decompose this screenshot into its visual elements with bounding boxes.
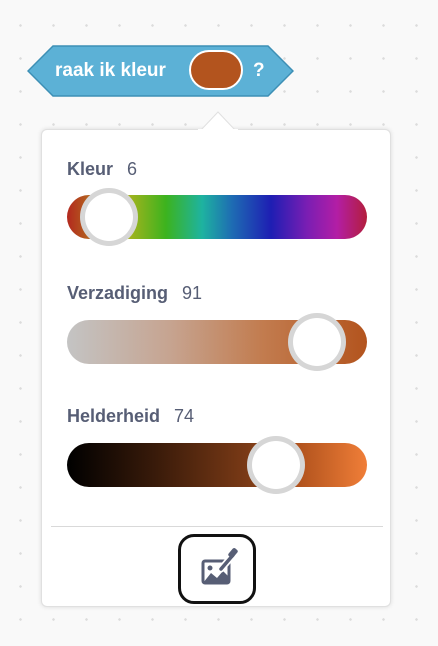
hue-slider-handle[interactable] bbox=[80, 188, 138, 246]
saturation-slider-handle[interactable] bbox=[288, 313, 346, 371]
sensing-block-touching-color[interactable]: raak ik kleur ? bbox=[27, 45, 294, 97]
eyedropper-button[interactable] bbox=[178, 534, 256, 604]
popup-divider bbox=[51, 526, 383, 527]
block-question-mark: ? bbox=[253, 60, 265, 81]
brightness-slider-handle[interactable] bbox=[247, 436, 305, 494]
color-picker-popup: Kleur 6 Verzadiging 91 Helderheid 74 bbox=[41, 129, 391, 607]
saturation-row-label: Verzadiging 91 bbox=[67, 283, 202, 304]
brightness-value: 74 bbox=[174, 406, 195, 426]
eyedropper-icon bbox=[201, 548, 238, 585]
brightness-slider-track[interactable] bbox=[67, 436, 367, 494]
saturation-label: Verzadiging bbox=[67, 283, 169, 303]
hue-slider-track[interactable] bbox=[67, 188, 367, 246]
hue-row-label: Kleur 6 bbox=[67, 159, 137, 180]
hue-value: 6 bbox=[127, 159, 138, 179]
brightness-label: Helderheid bbox=[67, 406, 161, 426]
brightness-row-label: Helderheid 74 bbox=[67, 406, 194, 427]
popup-pointer bbox=[198, 111, 238, 131]
saturation-value: 91 bbox=[182, 283, 203, 303]
hue-label: Kleur bbox=[67, 159, 114, 179]
color-swatch[interactable] bbox=[189, 50, 243, 90]
block-label: raak ik kleur bbox=[55, 60, 166, 81]
saturation-slider-track[interactable] bbox=[67, 313, 367, 371]
